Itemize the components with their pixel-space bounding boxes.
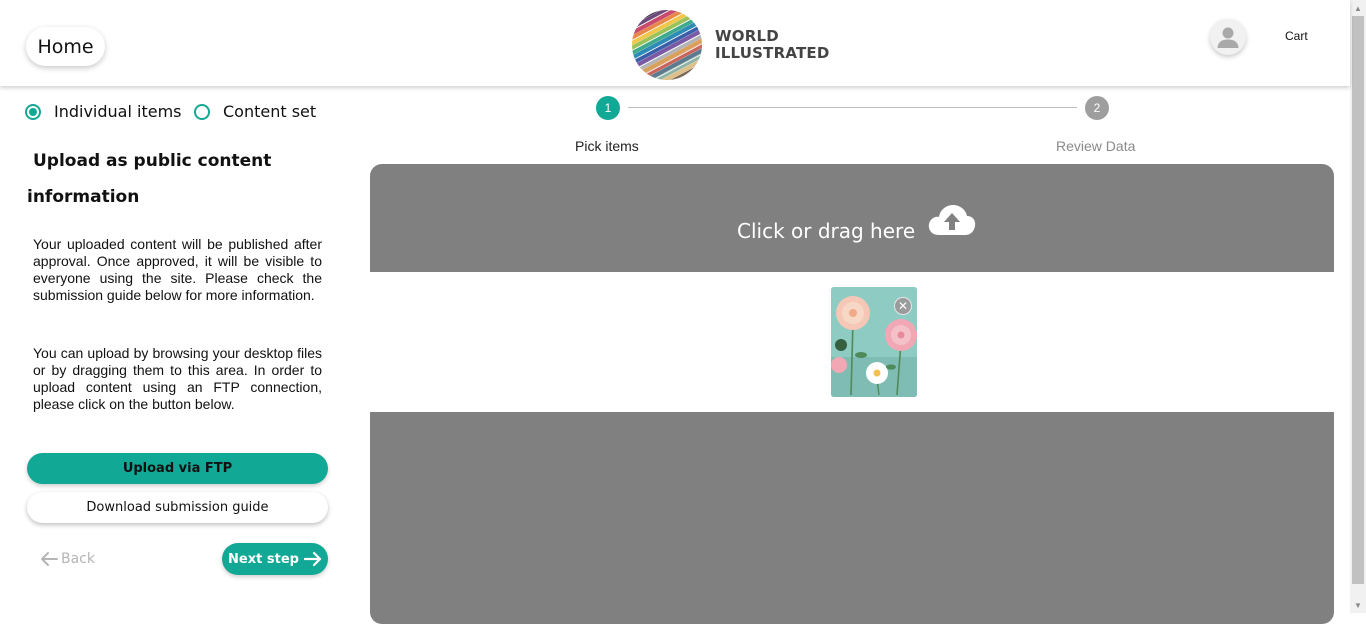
cart-link[interactable]: Cart	[1285, 29, 1308, 43]
preview-strip: ✕	[370, 272, 1334, 412]
section-title: Upload as public content information	[27, 143, 327, 215]
dropzone-prompt-text: Click or drag here	[737, 219, 916, 243]
arrow-right-icon	[303, 551, 322, 567]
step-1-label: Pick items	[575, 138, 639, 154]
upload-info-paragraph: You can upload by browsing your desktop …	[33, 345, 322, 412]
radio-individual-items[interactable]: Individual items	[25, 102, 182, 121]
home-button[interactable]: Home	[26, 27, 105, 66]
step-2-label: Review Data	[1056, 138, 1136, 154]
cloud-upload-icon	[928, 205, 976, 235]
scroll-thumb[interactable]	[1352, 16, 1364, 584]
user-avatar[interactable]	[1210, 19, 1246, 55]
remove-thumbnail-close-icon[interactable]: ✕	[894, 297, 912, 315]
back-button-label: Back	[61, 551, 95, 567]
step-1-indicator[interactable]: 1	[596, 96, 620, 120]
radio-unselected-icon[interactable]	[194, 103, 210, 120]
uploaded-thumbnail[interactable]: ✕	[831, 287, 917, 397]
dropzone-prompt[interactable]: Click or drag here	[737, 205, 977, 243]
section-title-line-1: Upload as public content	[33, 151, 272, 171]
arrow-left-icon	[41, 552, 58, 566]
next-step-button[interactable]: Next step	[222, 543, 328, 575]
back-button[interactable]: Back	[40, 548, 95, 570]
logo[interactable]: WORLD ILLUSTRATED	[631, 9, 830, 81]
download-guide-button[interactable]: Download submission guide	[27, 492, 328, 523]
upload-via-ftp-button[interactable]: Upload via FTP	[27, 453, 328, 484]
radio-content-set[interactable]: Content set	[194, 102, 316, 121]
section-title-line-2: information	[27, 187, 140, 207]
radio-selected-icon[interactable]	[25, 103, 41, 120]
scroll-up-arrow-icon[interactable]: ▲	[1350, 0, 1366, 16]
next-step-label: Next step	[228, 551, 299, 567]
radio-label-individual-items: Individual items	[54, 102, 182, 121]
stepper-connector	[628, 107, 1077, 108]
logo-line-2: ILLUSTRATED	[715, 44, 830, 62]
radio-label-content-set: Content set	[223, 102, 317, 121]
publish-info-paragraph: Your uploaded content will be published …	[33, 236, 322, 303]
step-2-indicator[interactable]: 2	[1085, 96, 1109, 120]
scroll-down-arrow-icon[interactable]: ▼	[1350, 597, 1366, 613]
globe-logo-icon	[632, 10, 702, 80]
logo-text: WORLD ILLUSTRATED	[715, 28, 830, 62]
upload-dropzone[interactable]: Click or drag here ✕	[370, 164, 1334, 624]
header: Home WORLD ILLUSTRATED Cart	[0, 0, 1350, 86]
user-icon	[1217, 27, 1239, 48]
logo-line-1: WORLD	[715, 27, 779, 45]
page-scrollbar[interactable]: ▲ ▼	[1350, 0, 1366, 613]
